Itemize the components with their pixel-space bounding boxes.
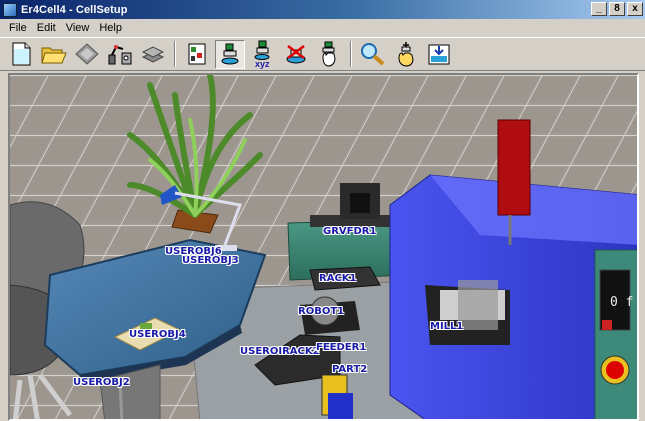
pick-object-icon bbox=[322, 41, 336, 67]
label-useroirack[interactable]: USEROIRACK2 bbox=[240, 346, 320, 357]
export-view-button[interactable] bbox=[424, 40, 454, 69]
new-file-button[interactable] bbox=[6, 40, 36, 69]
place-object-icon bbox=[221, 43, 239, 65]
search-object-icon bbox=[361, 43, 385, 66]
hand-move-icon bbox=[398, 42, 414, 67]
menu-help[interactable]: Help bbox=[94, 22, 127, 34]
label-userobj2[interactable]: USEROBJ2 bbox=[73, 377, 130, 388]
label-part2[interactable]: PART2 bbox=[332, 364, 367, 375]
menu-view[interactable]: View bbox=[61, 22, 95, 34]
place-object-button[interactable] bbox=[215, 39, 245, 69]
xyz-caption: xyz bbox=[255, 58, 270, 69]
label-userobj4[interactable]: USEROBJ4 bbox=[129, 329, 186, 340]
label-rack1[interactable]: RACK1 bbox=[319, 273, 357, 284]
label-grvfdr1[interactable]: GRVFDR1 bbox=[323, 226, 376, 237]
label-feeder1[interactable]: FEEDER1 bbox=[316, 342, 366, 353]
cell-setup-icon bbox=[188, 43, 206, 65]
toolbar-separator bbox=[174, 41, 176, 67]
save-disk-icon bbox=[75, 43, 99, 65]
toolbar: xyz bbox=[0, 37, 645, 71]
toolbar-separator bbox=[350, 41, 352, 67]
hand-move-button[interactable] bbox=[391, 40, 421, 69]
open-folder-icon bbox=[41, 47, 67, 64]
delete-object-button[interactable] bbox=[281, 40, 311, 69]
app-icon bbox=[3, 2, 17, 17]
title-bar[interactable]: Er4Cell4 - CellSetup _ 8 x bbox=[0, 0, 645, 19]
window-title: Er4Cell4 - CellSetup bbox=[21, 3, 128, 16]
mill-display: 0 f bbox=[610, 295, 634, 310]
save-button[interactable] bbox=[72, 40, 102, 69]
export-view-icon bbox=[428, 44, 450, 65]
menu-bar: File Edit View Help bbox=[0, 19, 645, 37]
delete-object-icon bbox=[286, 45, 306, 64]
object-xyz-button[interactable]: xyz bbox=[248, 40, 278, 69]
cell-scene bbox=[10, 75, 637, 419]
pick-object-button[interactable] bbox=[314, 40, 344, 69]
label-mill1[interactable]: MILL1 bbox=[430, 321, 463, 332]
menu-file[interactable]: File bbox=[4, 22, 32, 34]
menu-edit[interactable]: Edit bbox=[32, 22, 61, 34]
window-controls: _ 8 x bbox=[591, 2, 643, 16]
search-object-button[interactable] bbox=[358, 40, 388, 69]
open-button[interactable] bbox=[39, 40, 69, 69]
maximize-button[interactable]: 8 bbox=[609, 2, 625, 16]
3d-viewport[interactable]: 0 f USEROBJ6 USEROBJ3 GRVFDR1 RACK1 ROBO… bbox=[8, 73, 639, 421]
cell-setup-button[interactable] bbox=[182, 40, 212, 69]
label-robot1[interactable]: ROBOT1 bbox=[298, 306, 344, 317]
robot-arm-icon bbox=[108, 45, 132, 65]
minimize-button[interactable]: _ bbox=[591, 2, 607, 16]
robot-button[interactable] bbox=[105, 40, 135, 69]
layers-button[interactable] bbox=[138, 40, 168, 69]
label-userobj3[interactable]: USEROBJ3 bbox=[182, 255, 239, 266]
layers-icon bbox=[141, 46, 165, 63]
new-file-icon bbox=[12, 42, 31, 66]
close-button[interactable]: x bbox=[627, 2, 643, 16]
